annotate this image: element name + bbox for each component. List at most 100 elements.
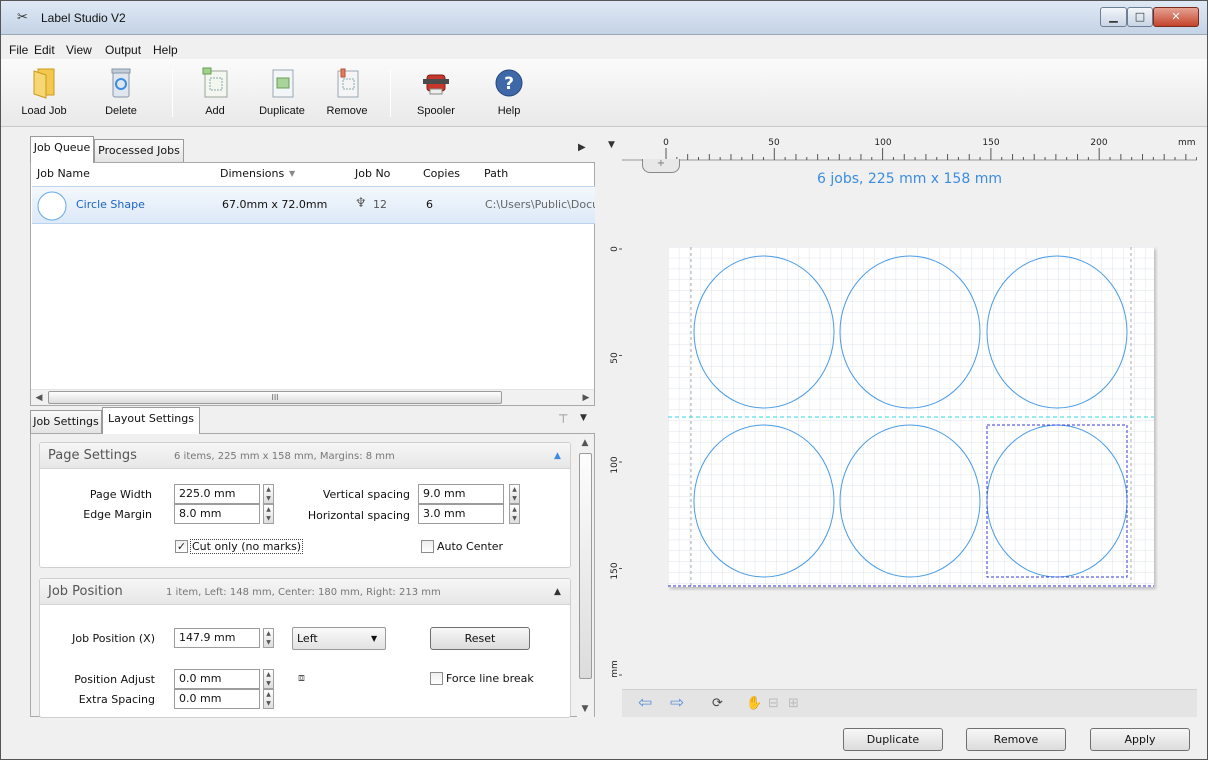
job-position-header[interactable]: Job Position 1 item, Left: 148 mm, Cente… [40, 579, 570, 605]
hand-icon[interactable]: ✋ [746, 696, 762, 711]
job-position-x-field[interactable]: 147.9 mm [174, 628, 260, 648]
close-button[interactable]: ✕ [1153, 7, 1199, 27]
job-position-x-stepper[interactable]: ▲ ▼ [263, 628, 274, 648]
menu-output[interactable]: Output [105, 43, 141, 57]
vertical-spacing-stepper[interactable]: ▲ ▼ [509, 484, 520, 504]
edge-margin-stepper[interactable]: ▲ ▼ [263, 504, 274, 524]
extra-spacing-label: Extra Spacing [78, 693, 155, 706]
ruler-left-unit: mm [610, 660, 620, 678]
extra-spacing-field[interactable]: 0.0 mm [174, 689, 260, 709]
horizontal-spacing-field[interactable]: 3.0 mm [418, 504, 504, 524]
tab-scroll-arrow[interactable]: ▶ [578, 142, 586, 153]
add-page-icon [202, 67, 228, 98]
scroll-down-arrow[interactable]: ▼ [577, 701, 593, 717]
settings-area: Job Settings Layout Settings ⊤ ▼ Page Se… [30, 407, 595, 718]
column-job-name[interactable]: Job Name [37, 163, 90, 185]
copies-cell: 6 [426, 198, 433, 211]
column-path[interactable]: Path [484, 163, 508, 185]
column-dimensions[interactable]: Dimensions [220, 163, 284, 185]
collapse-icon[interactable]: ▲ [554, 587, 561, 597]
position-adjust-field[interactable]: 0.0 mm [174, 669, 260, 689]
duplicate-icon [272, 69, 294, 98]
tab-job-queue[interactable]: Job Queue [30, 136, 94, 163]
remove-button[interactable]: Remove [319, 65, 375, 123]
column-copies[interactable]: Copies [423, 163, 460, 185]
preview-canvas[interactable]: + 6 jobs, 225 mm x 158 mm [622, 159, 1197, 689]
print-icon[interactable]: ⊞ [788, 696, 799, 711]
page-width-stepper[interactable]: ▲ ▼ [263, 484, 274, 504]
remove-label: Remove [326, 105, 368, 117]
refresh-icon[interactable]: ⟳ [712, 696, 723, 711]
auto-center-checkbox[interactable] [421, 540, 434, 553]
menu-view[interactable]: View [66, 43, 92, 57]
position-adjust-icon[interactable]: ⧈ [298, 671, 305, 685]
duplicate-button[interactable]: Duplicate [254, 65, 310, 123]
hscroll-thumb[interactable]: III [48, 391, 502, 404]
add-button[interactable]: Add [187, 65, 243, 123]
path-cell: C:\Users\Public\Docu [485, 198, 595, 211]
position-adjust-stepper[interactable]: ▲ ▼ [263, 669, 274, 689]
chevron-down-icon: ▼ [371, 634, 378, 643]
scroll-right-arrow[interactable]: ▶ [578, 390, 594, 406]
filter-icon[interactable]: ⊤ [558, 412, 568, 426]
page-settings-header[interactable]: Page Settings 6 items, 225 mm x 158 mm, … [40, 443, 570, 469]
duplicate-footer-button[interactable]: Duplicate [843, 728, 943, 751]
fit-page-icon[interactable]: ⊟ [768, 696, 779, 711]
collapse-icon[interactable]: ▲ [554, 451, 561, 461]
horizontal-spacing-stepper[interactable]: ▲ ▼ [509, 504, 520, 524]
table-row[interactable]: Circle Shape 67.0mm x 72.0mm ♆ 12 6 C:\U… [32, 186, 595, 224]
settings-vscroll[interactable]: ▲ ▼ [577, 435, 594, 717]
menu-help[interactable]: Help [153, 43, 178, 57]
edge-margin-field[interactable]: 8.0 mm [174, 504, 260, 524]
job-table-hscroll[interactable]: ◀ III ▶ [31, 389, 594, 405]
column-job-no[interactable]: Job No [355, 163, 390, 185]
cut-only-checkbox[interactable]: ✓ [175, 540, 188, 553]
job-no-icon: ♆ [355, 196, 367, 211]
minimize-button[interactable]: ▁ [1100, 7, 1127, 27]
ruler-top-label-50: 50 [768, 138, 780, 148]
ruler-top-label-200: 200 [1090, 138, 1107, 148]
reset-button[interactable]: Reset [430, 627, 530, 650]
remove-footer-button[interactable]: Remove [966, 728, 1066, 751]
scroll-left-arrow[interactable]: ◀ [31, 390, 47, 406]
alignment-select-value: Left [297, 632, 318, 645]
tab-processed-jobs[interactable]: Processed Jobs [94, 139, 184, 163]
layout-summary: 6 jobs, 225 mm x 158 mm [817, 171, 1002, 187]
ruler-top-label-100: 100 [874, 138, 891, 148]
spooler-label: Spooler [417, 105, 455, 117]
dropdown-arrow-icon[interactable]: ▼ [580, 413, 587, 423]
page-settings-section: Page Settings 6 items, 225 mm x 158 mm, … [39, 442, 571, 568]
forward-arrow-icon[interactable]: ⇨ [670, 693, 684, 713]
job-name-cell: Circle Shape [76, 198, 145, 211]
tab-layout-settings[interactable]: Layout Settings [102, 407, 200, 434]
menu-file[interactable]: File [9, 43, 28, 57]
edge-margin-label: Edge Margin [83, 508, 152, 521]
alignment-select[interactable]: Left ▼ [292, 627, 386, 650]
auto-center-label: Auto Center [437, 540, 504, 553]
spooler-button[interactable]: Spooler [408, 65, 464, 123]
maximize-button[interactable]: □ [1127, 7, 1153, 27]
folder-icon [33, 68, 55, 99]
toolbar-separator [172, 69, 173, 117]
back-arrow-icon[interactable]: ⇦ [638, 693, 652, 713]
tab-job-settings[interactable]: Job Settings [30, 410, 102, 434]
force-line-break-checkbox[interactable] [430, 672, 443, 685]
vertical-spacing-field[interactable]: 9.0 mm [418, 484, 504, 504]
page-settings-title: Page Settings [48, 448, 137, 463]
layout-settings-panel: Page Settings 6 items, 225 mm x 158 mm, … [30, 433, 595, 718]
app-icon: ✂ [17, 10, 28, 25]
delete-button[interactable]: Delete [93, 65, 149, 123]
menu-edit[interactable]: Edit [34, 43, 55, 57]
page-width-field[interactable]: 225.0 mm [174, 484, 260, 504]
extra-spacing-stepper[interactable]: ▲ ▼ [263, 689, 274, 709]
job-position-x-label: Job Position (X) [72, 632, 155, 645]
title-bar: ✂ Label Studio V2 ▁ □ ✕ [1, 1, 1207, 35]
job-position-title: Job Position [48, 584, 123, 599]
scroll-up-arrow[interactable]: ▲ [577, 435, 593, 451]
help-button[interactable]: ? Help [481, 65, 537, 123]
ruler-top-label-0: 0 [663, 138, 669, 148]
load-job-button[interactable]: Load Job [16, 65, 72, 123]
apply-button[interactable]: Apply [1090, 728, 1190, 751]
vscroll-thumb[interactable] [579, 453, 592, 679]
sort-down-icon: ▼ [289, 169, 296, 178]
